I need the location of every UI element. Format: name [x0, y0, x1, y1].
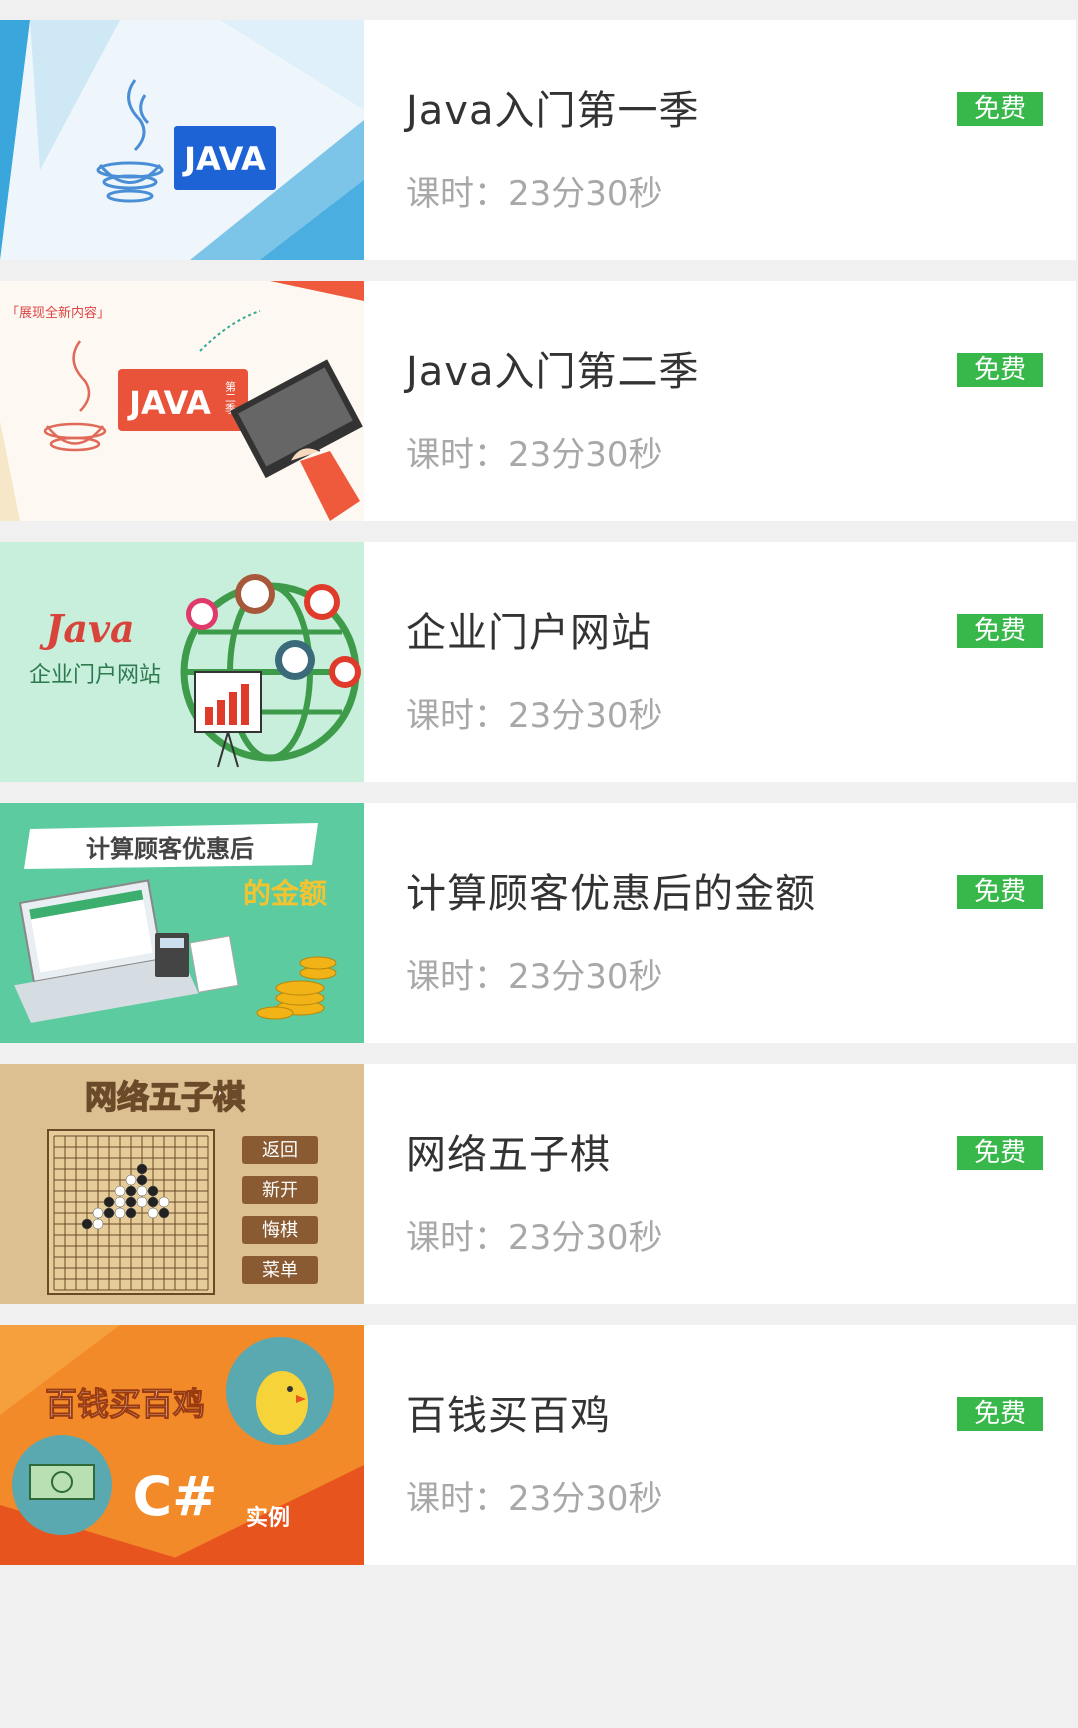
course-info: 计算顾客优惠后的金额 课时：23分30秒 免费 — [364, 803, 1076, 1043]
white-stone — [114, 1207, 126, 1219]
thumb-tag: 实例 — [246, 1505, 290, 1531]
thumb-tag: 「展现全新内容」 — [6, 305, 110, 321]
free-badge: 免费 — [957, 1136, 1043, 1170]
course-duration: 课时：23分30秒 — [406, 435, 663, 475]
thumb-button-undo: 悔棋 — [262, 1220, 298, 1241]
course-duration: 课时：23分30秒 — [406, 957, 663, 997]
course-title[interactable]: 网络五子棋 — [406, 1122, 611, 1180]
course-thumbnail[interactable]: 网络五子棋 返回 新开 悔棋 菜单 — [0, 1064, 364, 1304]
course-item[interactable]: 百钱买百鸡 C# 实例 百钱买百鸡 课时：23分30秒 免费 — [0, 1325, 1076, 1565]
course-title[interactable]: Java入门第二季 — [406, 339, 700, 397]
course-item[interactable]: 「展现全新内容」 JAVA 第二季 Java入门第二季 课时：23分30秒 免费 — [0, 281, 1076, 521]
thumb-sub: C# — [133, 1465, 218, 1528]
course-info: 企业门户网站 课时：23分30秒 免费 — [364, 542, 1076, 782]
black-stone — [125, 1185, 137, 1197]
course-info: 百钱买百鸡 课时：23分30秒 免费 — [364, 1325, 1076, 1565]
course-thumbnail[interactable]: Java 企业门户网站 — [0, 542, 364, 782]
white-stone — [92, 1218, 104, 1230]
thumb-button-back: 返回 — [262, 1140, 298, 1161]
course-info: 网络五子棋 课时：23分30秒 免费 — [364, 1064, 1076, 1304]
thumb-java-text: JAVA — [182, 140, 266, 178]
free-badge: 免费 — [957, 1397, 1043, 1431]
black-stone — [147, 1185, 159, 1197]
black-stone — [125, 1207, 137, 1219]
course-list: JAVA Java入门第一季 课时：23分30秒 免费 「展现全新内容」 JAV… — [0, 20, 1076, 1586]
black-stone — [147, 1196, 159, 1208]
course-item[interactable]: 计算顾客优惠后 的金额 计算顾客优惠后的金额 课时：23分30秒 免费 — [0, 803, 1076, 1043]
thumb-sub: 企业门户网站 — [29, 663, 161, 688]
white-stone — [125, 1174, 137, 1186]
white-stone — [158, 1196, 170, 1208]
thumb-java-text: Java — [39, 606, 134, 651]
course-item[interactable]: 网络五子棋 返回 新开 悔棋 菜单 网络五子棋 课时：23分30秒 免费 — [0, 1064, 1076, 1304]
course-thumbnail[interactable]: JAVA — [0, 20, 364, 260]
course-item[interactable]: JAVA Java入门第一季 课时：23分30秒 免费 — [0, 20, 1076, 260]
black-stone — [125, 1196, 137, 1208]
course-duration: 课时：23分30秒 — [406, 1479, 663, 1519]
black-stone — [136, 1163, 148, 1175]
thumb-button-menu: 菜单 — [262, 1260, 298, 1281]
white-stone — [147, 1207, 159, 1219]
black-stone — [136, 1174, 148, 1186]
white-stone — [114, 1185, 126, 1197]
free-badge: 免费 — [957, 353, 1043, 387]
thumb-title-text: 网络五子棋 — [85, 1078, 245, 1116]
course-duration: 课时：23分30秒 — [406, 174, 663, 214]
course-duration: 课时：23分30秒 — [406, 696, 663, 736]
free-badge: 免费 — [957, 875, 1043, 909]
thumb-title-text: 百钱买百鸡 — [45, 1385, 205, 1423]
course-title[interactable]: 企业门户网站 — [406, 600, 652, 658]
white-stone — [136, 1196, 148, 1208]
course-title[interactable]: 百钱买百鸡 — [406, 1383, 611, 1441]
thumb-sub: 的金额 — [243, 877, 327, 910]
white-stone — [92, 1207, 104, 1219]
black-stone — [103, 1207, 115, 1219]
thumb-button-new: 新开 — [262, 1180, 298, 1201]
course-thumbnail[interactable]: 百钱买百鸡 C# 实例 — [0, 1325, 364, 1565]
thumb-java-text: JAVA — [127, 384, 211, 422]
course-duration: 课时：23分30秒 — [406, 1218, 663, 1258]
course-thumbnail[interactable]: 计算顾客优惠后 的金额 — [0, 803, 364, 1043]
course-info: Java入门第一季 课时：23分30秒 免费 — [364, 20, 1076, 260]
thumb-title-text: 计算顾客优惠后 — [86, 834, 254, 863]
free-badge: 免费 — [957, 614, 1043, 648]
course-thumbnail[interactable]: 「展现全新内容」 JAVA 第二季 — [0, 281, 364, 521]
course-item[interactable]: Java 企业门户网站 企业门户网站 课时：23分30秒 免费 — [0, 542, 1076, 782]
course-title[interactable]: Java入门第一季 — [406, 78, 700, 136]
black-stone — [103, 1196, 115, 1208]
white-stone — [136, 1185, 148, 1197]
free-badge: 免费 — [957, 92, 1043, 126]
white-stone — [114, 1196, 126, 1208]
black-stone — [158, 1207, 170, 1219]
course-info: Java入门第二季 课时：23分30秒 免费 — [364, 281, 1076, 521]
black-stone — [81, 1218, 93, 1230]
course-title[interactable]: 计算顾客优惠后的金额 — [406, 861, 816, 919]
